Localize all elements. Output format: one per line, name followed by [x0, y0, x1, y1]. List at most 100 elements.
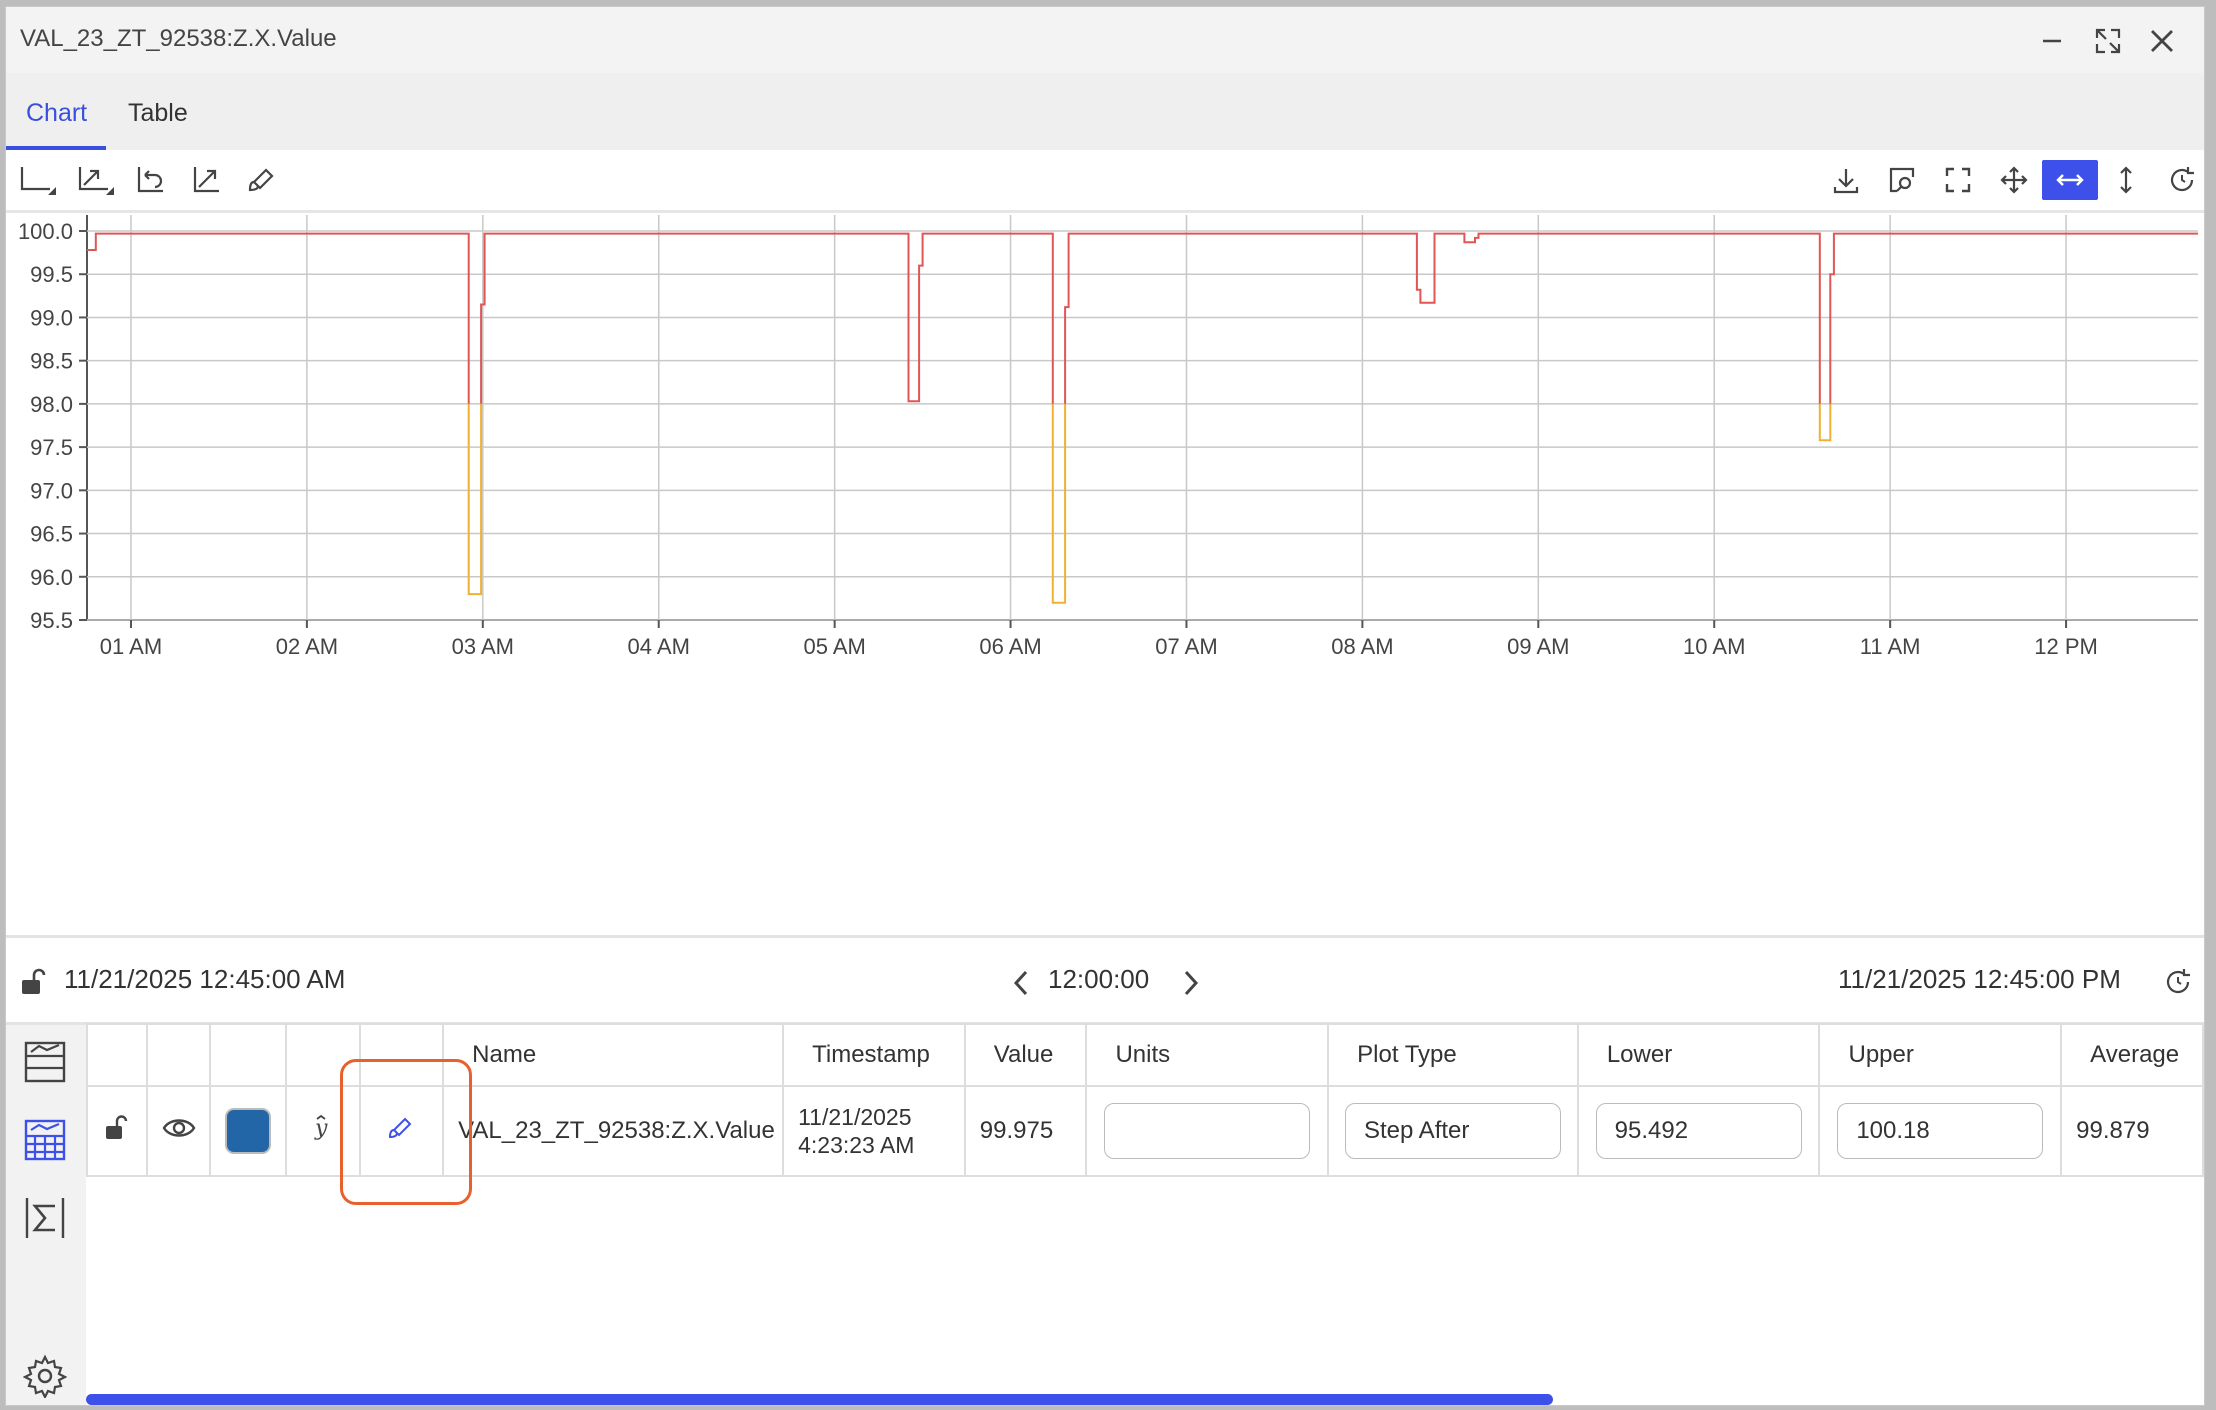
horizontal-zoom-button[interactable]: [2042, 160, 2098, 200]
row-lock-cell[interactable]: [86, 1085, 148, 1177]
row-units-cell: [1085, 1085, 1330, 1177]
download-button[interactable]: [1826, 160, 1866, 200]
chart-list-icon: [24, 1041, 66, 1083]
x-tick-label: 12 PM: [2034, 634, 2098, 659]
tab-table[interactable]: Table: [128, 73, 188, 150]
reset-axis-button[interactable]: [130, 160, 170, 200]
col-lower[interactable]: Lower: [1576, 1023, 1821, 1087]
plot-type-select[interactable]: Step After: [1344, 1103, 1561, 1159]
time-range-bar: 11/21/2025 12:45:00 AM 12:00:00 11/21/20…: [6, 935, 2204, 1025]
row-lower-cell: 95.492: [1576, 1085, 1821, 1177]
x-tick-label: 04 AM: [628, 634, 690, 659]
col-units[interactable]: Units: [1085, 1023, 1330, 1087]
start-time[interactable]: 11/21/2025 12:45:00 AM: [64, 964, 345, 995]
upper-input[interactable]: 100.18: [1837, 1103, 2044, 1159]
row-timestamp-date: 11/21/2025: [798, 1104, 912, 1130]
axis-options-button[interactable]: [18, 160, 58, 200]
row-value: 99.975: [963, 1085, 1088, 1177]
minimize-icon: [2043, 39, 2061, 43]
horizontal-scrollbar[interactable]: [86, 1394, 1553, 1405]
unlock-icon: [105, 1114, 128, 1139]
axis-icon: [20, 167, 56, 195]
next-period-icon[interactable]: [1180, 968, 1202, 998]
vertical-zoom-button[interactable]: [2106, 160, 2146, 200]
side-panel-rail: [6, 1025, 86, 1405]
close-button[interactable]: [2142, 21, 2182, 61]
end-time[interactable]: 11/21/2025 12:45:00 PM: [1838, 964, 2121, 995]
col-color: [209, 1023, 288, 1087]
row-name: VAL_23_ZT_92538:Z.X.Value: [442, 1085, 785, 1177]
units-input[interactable]: [1104, 1103, 1311, 1159]
fit-view-button[interactable]: [1938, 160, 1978, 200]
history-icon[interactable]: [2162, 966, 2194, 998]
rail-settings[interactable]: [20, 1351, 70, 1401]
series-color-swatch[interactable]: [225, 1108, 272, 1154]
zoom-select-button[interactable]: [1882, 160, 1922, 200]
col-name[interactable]: Name: [442, 1023, 785, 1087]
sigma-icon: [25, 1198, 65, 1238]
chart-area[interactable]: 95.5 96.0 96.5 97.0 97.5 98.0 98.5 99.0 99.5 100.…: [6, 213, 2204, 933]
row-visibility-cell[interactable]: [145, 1085, 212, 1177]
close-icon: [2151, 30, 2173, 52]
unlock-icon[interactable]: [20, 968, 46, 998]
refresh-button[interactable]: [2162, 160, 2202, 200]
y-tick-label: 98.0: [30, 392, 73, 417]
gear-icon: [23, 1354, 67, 1398]
col-visibility: [145, 1023, 212, 1087]
row-upper-cell: 100.18: [1818, 1085, 2063, 1177]
tab-chart[interactable]: Chart: [6, 73, 106, 150]
pan-button[interactable]: [1994, 160, 2034, 200]
row-average: 99.879: [2060, 1085, 2204, 1177]
trend-options-button[interactable]: [76, 160, 116, 200]
title-bar: VAL_23_ZT_92538:Z.X.Value: [6, 7, 2204, 74]
rail-legend[interactable]: [20, 1037, 70, 1087]
maximize-button[interactable]: [2088, 21, 2128, 61]
row-color-cell[interactable]: [209, 1085, 288, 1177]
brush-icon: [248, 168, 274, 192]
col-upper[interactable]: Upper: [1818, 1023, 2063, 1087]
data-table-icon: [24, 1119, 66, 1161]
minimize-button[interactable]: [2032, 21, 2072, 61]
col-timestamp[interactable]: Timestamp: [782, 1023, 966, 1087]
y-tick-label: 98.5: [30, 349, 73, 374]
previous-period-icon[interactable]: [1010, 968, 1032, 998]
col-lock: [86, 1023, 148, 1087]
col-average[interactable]: Average: [2060, 1023, 2204, 1087]
horizontal-arrows-icon: [2056, 174, 2084, 186]
col-plot-type[interactable]: Plot Type: [1327, 1023, 1579, 1087]
chart-toolbar: [6, 150, 2204, 213]
x-tick-label: 03 AM: [452, 634, 514, 659]
rail-statistics[interactable]: [20, 1193, 70, 1243]
x-tick-label: 06 AM: [979, 634, 1041, 659]
x-tick-label: 02 AM: [276, 634, 338, 659]
y-tick-label: 100.0: [18, 219, 73, 244]
y-tick-label: 97.0: [30, 478, 73, 503]
y-axis-icon: y: [314, 1114, 328, 1141]
trend-chart[interactable]: 95.5 96.0 96.5 97.0 97.5 98.0 98.5 99.0 99.5 100.…: [6, 213, 2205, 933]
x-tick-label: 09 AM: [1507, 634, 1569, 659]
eye-icon: [162, 1118, 195, 1137]
lower-input[interactable]: 95.492: [1595, 1103, 1802, 1159]
x-tick-label: 11 AM: [1860, 634, 1921, 659]
y-tick-label: 99.5: [30, 262, 73, 287]
row-timestamp: 11/21/2025 4:23:23 AM: [782, 1085, 966, 1177]
series-line-normal: [87, 232, 2198, 404]
view-tabs: Chart Table: [6, 73, 2204, 151]
rail-table[interactable]: [20, 1115, 70, 1165]
fullscreen-icon: [1945, 167, 1971, 193]
x-tick-label: 01 AM: [100, 634, 162, 659]
download-icon: [1833, 169, 1859, 194]
duration[interactable]: 12:00:00: [1048, 964, 1149, 995]
y-tick-label: 97.5: [30, 435, 73, 460]
x-tick-label: 10 AM: [1683, 634, 1745, 659]
trend-axis-icon: [78, 167, 114, 195]
style-button[interactable]: [242, 160, 282, 200]
autoscale-button[interactable]: [186, 160, 226, 200]
move-icon: [2000, 166, 2028, 194]
zoom-box-icon: [1889, 167, 1915, 193]
scale-axis-icon: [193, 167, 219, 193]
trend-window: VAL_23_ZT_92538:Z.X.Value Chart Table 95…: [5, 6, 2205, 1406]
undo-axis-icon: [137, 167, 163, 193]
col-value[interactable]: Value: [963, 1023, 1088, 1087]
row-plot-type-cell: Step After: [1327, 1085, 1579, 1177]
